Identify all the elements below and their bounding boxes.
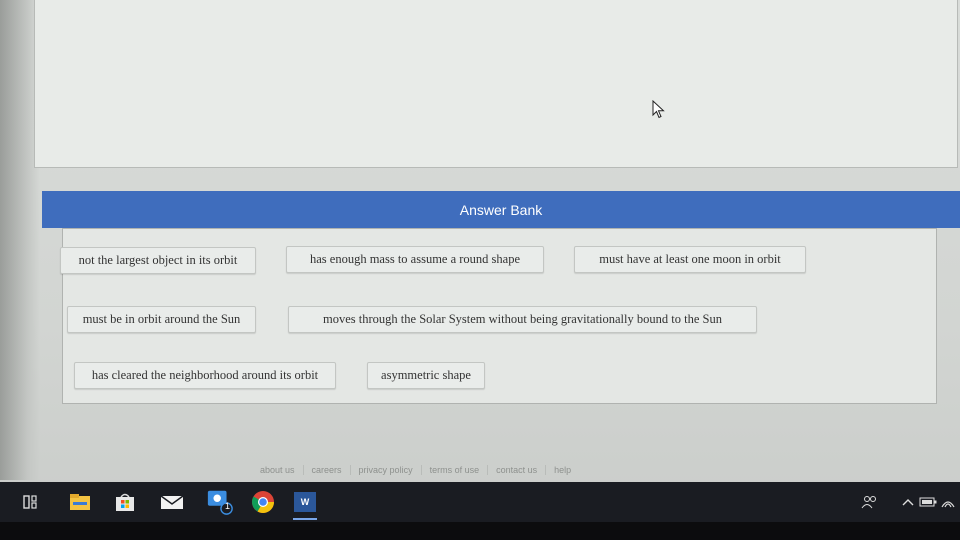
windows-taskbar: 1 W bbox=[0, 482, 960, 522]
store-icon[interactable] bbox=[111, 488, 139, 516]
answer-bank-title: Answer Bank bbox=[459, 201, 543, 218]
word-icon[interactable]: W bbox=[291, 488, 319, 520]
footer-link-terms[interactable]: terms of use bbox=[422, 465, 489, 475]
answer-chip[interactable]: moves through the Solar System without b… bbox=[288, 306, 757, 333]
messaging-icon[interactable]: 1 bbox=[206, 488, 234, 516]
answer-chip[interactable]: must be in orbit around the Sun bbox=[67, 306, 256, 333]
file-explorer-icon[interactable] bbox=[66, 488, 94, 516]
footer-link-about[interactable]: about us bbox=[252, 465, 304, 475]
answer-chip[interactable]: has cleared the neighborhood around its … bbox=[74, 362, 336, 389]
answer-chip[interactable]: not the largest object in its orbit bbox=[60, 247, 256, 274]
notification-badge: 1 bbox=[225, 501, 231, 511]
task-view-icon[interactable] bbox=[18, 488, 46, 516]
answer-drop-zone[interactable] bbox=[34, 0, 958, 168]
people-icon[interactable] bbox=[856, 488, 884, 516]
active-app-indicator bbox=[293, 518, 317, 520]
footer-link-help[interactable]: help bbox=[546, 465, 579, 475]
wifi-icon[interactable] bbox=[934, 488, 960, 516]
site-footer: about us careers privacy policy terms of… bbox=[252, 462, 579, 478]
footer-link-careers[interactable]: careers bbox=[304, 465, 351, 475]
answer-chip[interactable]: asymmetric shape bbox=[367, 362, 485, 389]
answer-bank: Answer Bank not the largest object in it… bbox=[42, 191, 960, 436]
footer-link-contact[interactable]: contact us bbox=[488, 465, 547, 475]
footer-link-privacy[interactable]: privacy policy bbox=[351, 465, 422, 475]
word-label: W bbox=[294, 492, 316, 512]
mouse-cursor-icon bbox=[652, 100, 665, 119]
answer-chip[interactable]: must have at least one moon in orbit bbox=[574, 246, 806, 273]
screen-bezel bbox=[0, 522, 960, 540]
mail-icon[interactable] bbox=[158, 488, 186, 516]
answer-bank-header: Answer Bank bbox=[42, 191, 960, 228]
chrome-icon[interactable] bbox=[249, 488, 277, 516]
answer-bank-body: not the largest object in its orbit has … bbox=[60, 228, 937, 404]
answer-chip[interactable]: has enough mass to assume a round shape bbox=[286, 246, 544, 273]
